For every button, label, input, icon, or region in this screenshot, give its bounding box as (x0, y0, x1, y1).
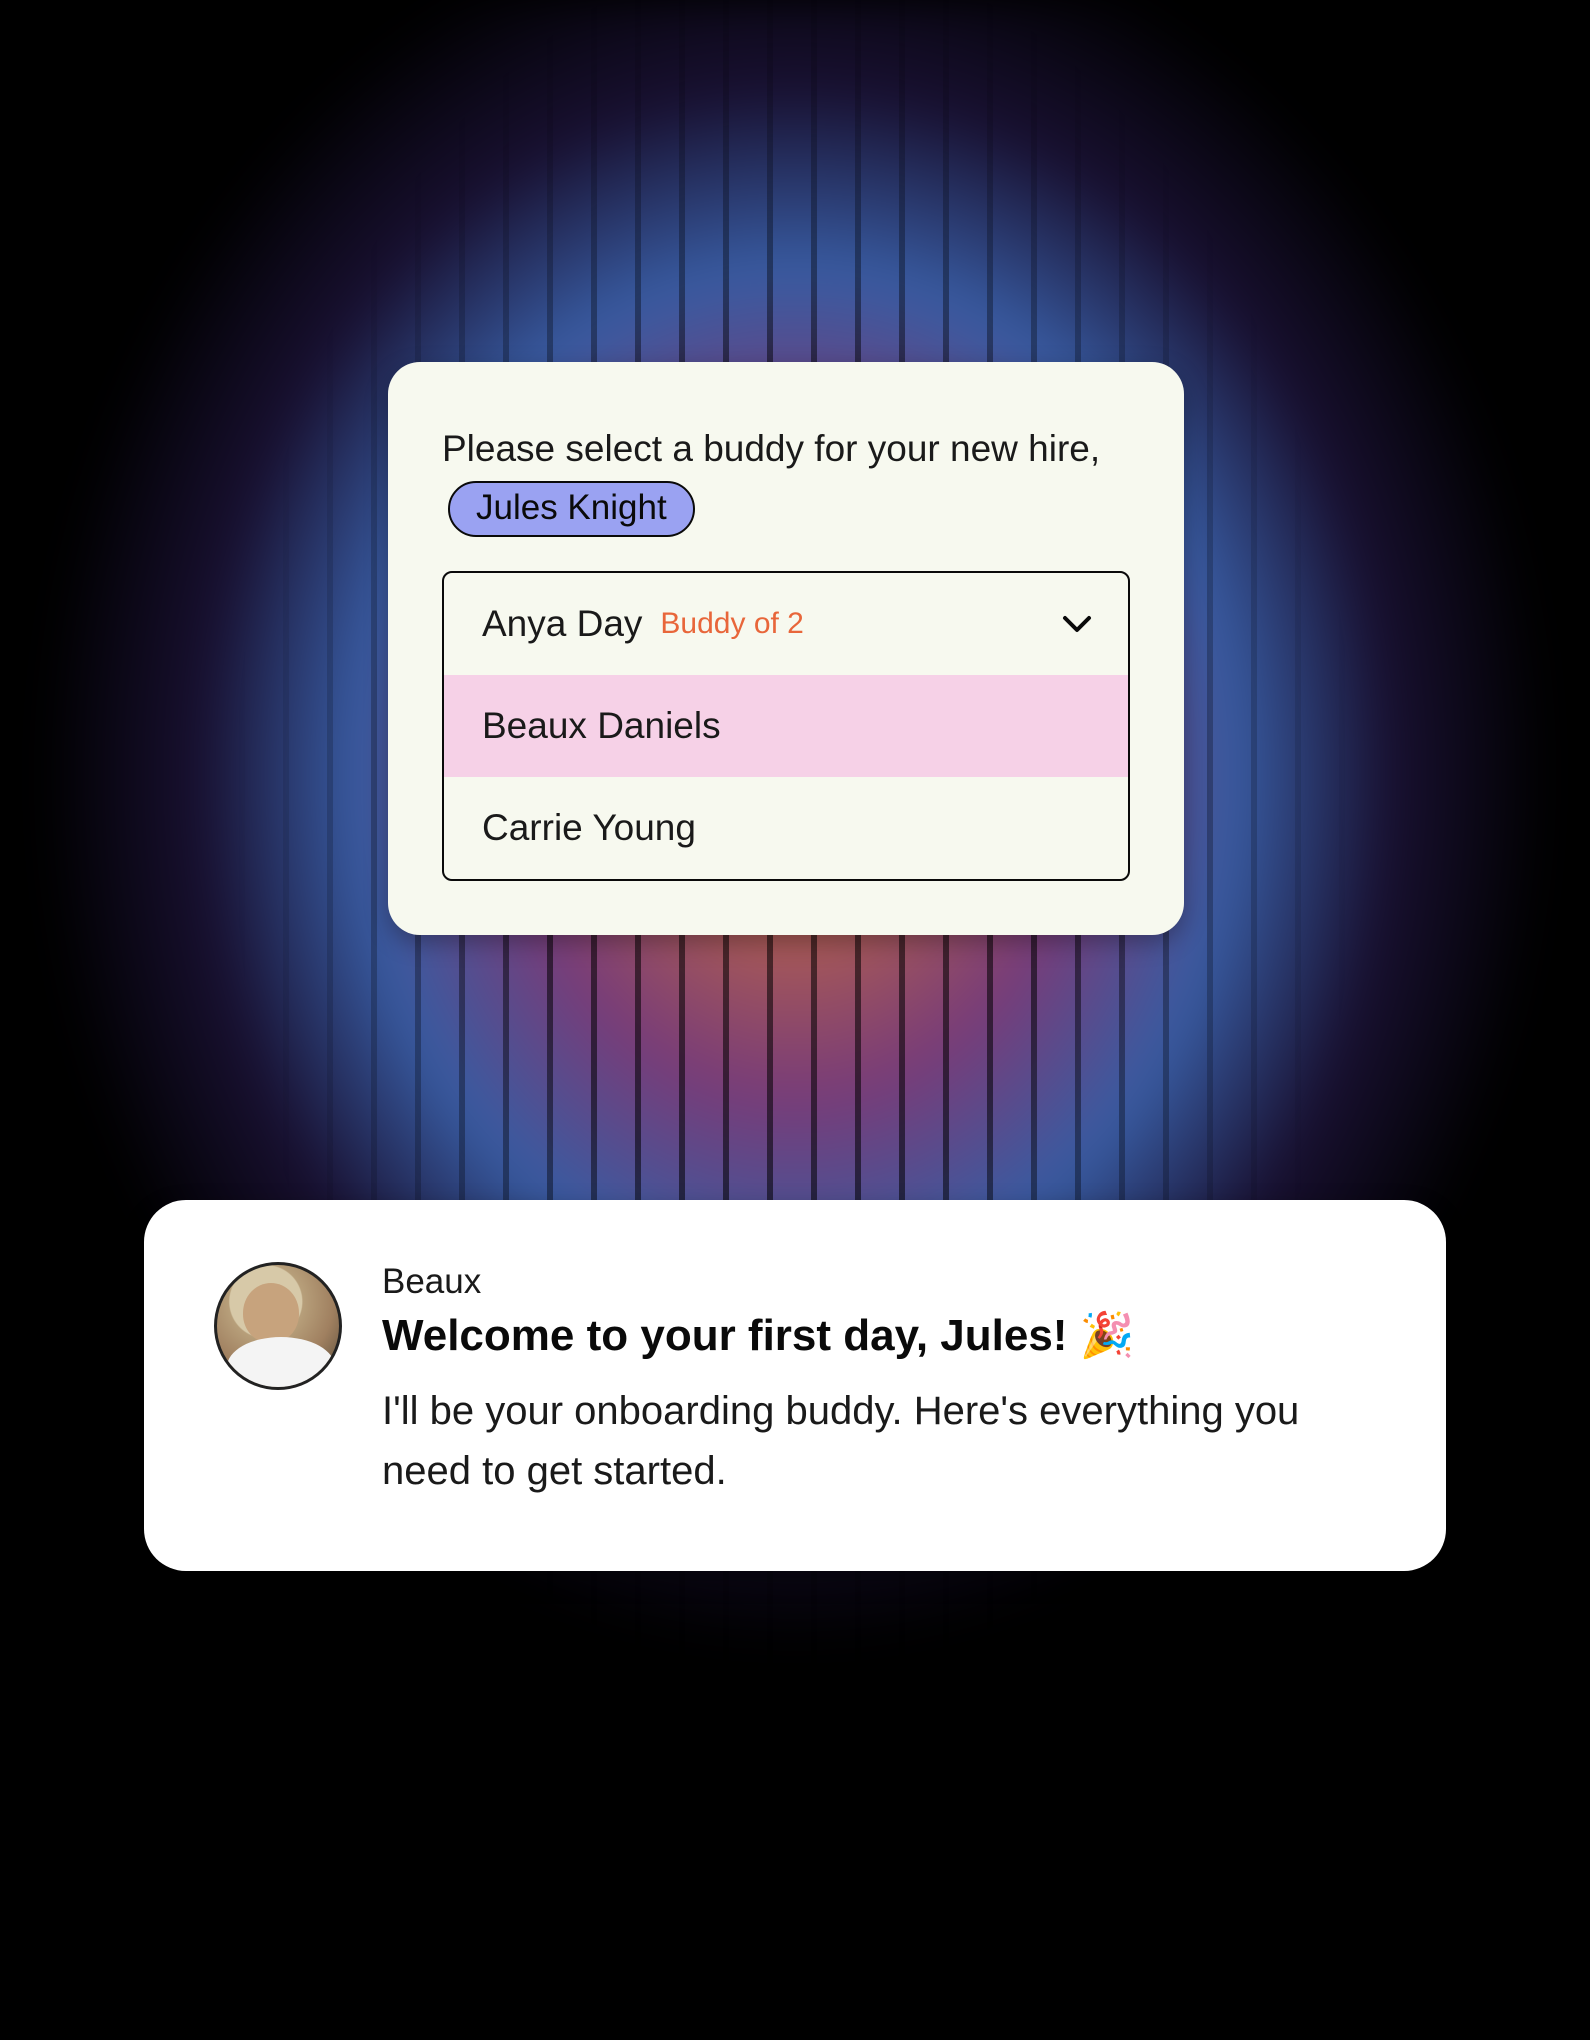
new-hire-pill: Jules Knight (448, 481, 695, 537)
option-name: Anya Day (482, 603, 642, 645)
option-badge: Buddy of 2 (660, 607, 803, 641)
new-hire-name: Jules Knight (476, 487, 667, 529)
buddy-select-card: Please select a buddy for your new hire,… (388, 362, 1184, 935)
dropdown-option-beaux[interactable]: Beaux Daniels (444, 675, 1128, 777)
avatar (214, 1262, 342, 1390)
dropdown-option-anya[interactable]: Anya Day Buddy of 2 (444, 573, 1128, 675)
prompt-text: Please select a buddy for your new hire,… (442, 420, 1130, 537)
option-name: Carrie Young (482, 807, 696, 849)
buddy-dropdown[interactable]: Anya Day Buddy of 2 Beaux Daniels Carrie… (442, 571, 1130, 881)
message-headline: Welcome to your first day, Jules! 🎉 (382, 1308, 1376, 1363)
message-text: I'll be your onboarding buddy. Here's ev… (382, 1381, 1376, 1501)
chevron-down-icon (1062, 615, 1092, 633)
sender-name: Beaux (382, 1262, 1376, 1302)
dropdown-option-carrie[interactable]: Carrie Young (444, 777, 1128, 879)
message-body: Beaux Welcome to your first day, Jules! … (382, 1262, 1376, 1501)
option-name: Beaux Daniels (482, 705, 721, 747)
welcome-message-card: Beaux Welcome to your first day, Jules! … (144, 1200, 1446, 1571)
background-stripes (195, 0, 1395, 2040)
prompt-prefix: Please select a buddy for your new hire, (442, 428, 1100, 469)
